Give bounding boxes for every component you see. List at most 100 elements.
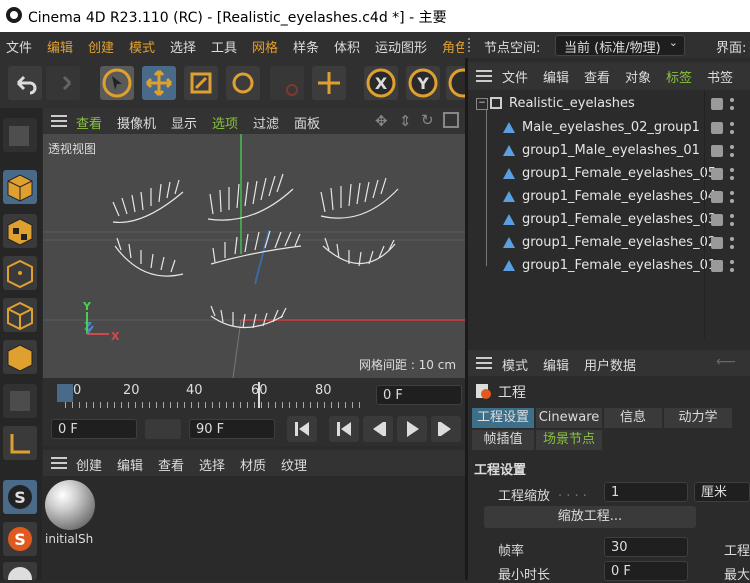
visibility-toggle-icon[interactable] xyxy=(711,237,723,249)
edge-mode-button[interactable] xyxy=(3,298,37,332)
end-frame-field[interactable]: 90 F xyxy=(189,419,275,439)
undo-button[interactable] xyxy=(8,66,42,100)
menu-volume[interactable]: 体积 xyxy=(334,37,360,56)
material-menu-create[interactable]: 创建 xyxy=(76,455,102,474)
panel-divider[interactable] xyxy=(465,58,468,580)
goto-start-button[interactable] xyxy=(287,416,317,442)
render-dots-icon[interactable] xyxy=(730,213,734,227)
select-tool-button[interactable] xyxy=(100,66,134,100)
move-tool-button[interactable] xyxy=(142,66,176,100)
timeline-playhead[interactable] xyxy=(57,384,73,402)
object-row-4[interactable]: group1_Female_eyelashes_04 xyxy=(468,186,750,208)
viewport-menu-options[interactable]: 选项 xyxy=(212,113,238,132)
viewport-menu-view[interactable]: 查看 xyxy=(76,113,102,132)
menu-character[interactable]: 角色 xyxy=(442,37,464,56)
tab-dynamics[interactable]: 动力学 xyxy=(664,408,732,428)
object-menu-bookmarks[interactable]: 书签 xyxy=(707,67,733,86)
redo-button[interactable] xyxy=(46,66,80,100)
timeline-ruler[interactable]: 0 20 40 60 80 0 F xyxy=(43,378,465,414)
material-menu-texture[interactable]: 纹理 xyxy=(281,455,307,474)
object-menu-tags[interactable]: 标签 xyxy=(666,67,692,86)
tab-frame-interpolation[interactable]: 帧插值 xyxy=(472,430,534,450)
material-name[interactable]: initialSh xyxy=(45,532,93,546)
material-menu-material[interactable]: 材质 xyxy=(240,455,266,474)
render-dots-icon[interactable] xyxy=(730,144,734,158)
visibility-toggle-icon[interactable] xyxy=(711,214,723,226)
current-frame-field[interactable]: 0 F xyxy=(376,385,462,405)
object-menu-view[interactable]: 查看 xyxy=(584,67,610,86)
lock-z-button[interactable] xyxy=(446,66,466,100)
object-row-6[interactable]: group1_Female_eyelashes_02 xyxy=(468,232,750,254)
tab-cineware[interactable]: Cineware xyxy=(536,408,602,428)
menu-select[interactable]: 选择 xyxy=(170,37,196,56)
visibility-toggle-icon[interactable] xyxy=(711,260,723,272)
uv-mode-button[interactable] xyxy=(3,384,37,418)
render-dots-icon[interactable] xyxy=(730,190,734,204)
visibility-toggle-icon[interactable] xyxy=(711,145,723,157)
collapse-icon[interactable]: − xyxy=(476,98,488,110)
min-time-field[interactable]: 0 F xyxy=(604,561,688,581)
visibility-toggle-icon[interactable] xyxy=(711,122,723,134)
viewport-zoom-icon[interactable]: ⇕ xyxy=(399,112,412,130)
snap-button[interactable]: S xyxy=(3,480,37,514)
scale-unit-dropdown[interactable]: 厘米 xyxy=(694,482,750,502)
hamburger-menu-icon[interactable] xyxy=(51,457,67,469)
material-thumbnail[interactable] xyxy=(45,480,95,530)
object-row-2[interactable]: group1_Male_eyelashes_01 xyxy=(468,140,750,162)
tab-scene-nodes[interactable]: 场景节点 xyxy=(536,430,602,450)
next-frame-button[interactable] xyxy=(431,416,461,442)
object-menu-edit[interactable]: 编辑 xyxy=(543,67,569,86)
render-dots-icon[interactable] xyxy=(730,236,734,250)
fps-field[interactable]: 30 xyxy=(604,537,688,557)
back-arrow-icon[interactable]: ⟵ xyxy=(716,354,736,370)
tab-info[interactable]: 信息 xyxy=(604,408,662,428)
attribute-menu-mode[interactable]: 模式 xyxy=(502,355,528,374)
lock-x-button[interactable]: X xyxy=(364,66,398,100)
polygon-mode-button[interactable] xyxy=(3,340,37,374)
tab-project-settings[interactable]: 工程设置 xyxy=(472,408,534,428)
axis-mode-button[interactable] xyxy=(3,426,37,460)
viewport-menu-camera[interactable]: 摄像机 xyxy=(117,113,156,132)
object-row-3[interactable]: group1_Female_eyelashes_05 xyxy=(468,163,750,185)
object-row-1[interactable]: Male_eyelashes_02_group1 xyxy=(468,117,750,139)
node-space-dropdown[interactable]: 当前 (标准/物理) ⌄ xyxy=(555,35,685,56)
menu-spline[interactable]: 样条 xyxy=(293,37,319,56)
viewport-rotate-icon[interactable]: ↻ xyxy=(421,111,434,129)
texture-mode-button[interactable] xyxy=(3,214,37,248)
hamburger-menu-icon[interactable] xyxy=(51,115,67,127)
play-button[interactable] xyxy=(397,416,427,442)
scale-value-field[interactable]: 1 xyxy=(604,482,688,502)
attribute-menu-userdata[interactable]: 用户数据 xyxy=(584,355,636,374)
material-menu-select[interactable]: 选择 xyxy=(199,455,225,474)
viewport-menu-panel[interactable]: 面板 xyxy=(294,113,320,132)
viewport-menu-filter[interactable]: 过滤 xyxy=(253,113,279,132)
point-mode-button[interactable] xyxy=(3,256,37,290)
visibility-toggle-icon[interactable] xyxy=(711,168,723,180)
rotate-tool-button[interactable] xyxy=(226,66,260,100)
menu-mograph[interactable]: 运动图形 xyxy=(375,37,427,56)
range-slider[interactable] xyxy=(145,419,181,439)
snap-settings-button[interactable]: S xyxy=(3,522,37,556)
menu-mode[interactable]: 模式 xyxy=(129,37,155,56)
menu-create[interactable]: 创建 xyxy=(88,37,114,56)
hamburger-menu-icon[interactable] xyxy=(476,70,492,82)
viewport-pan-icon[interactable]: ✥ xyxy=(375,112,388,130)
material-menu-edit[interactable]: 编辑 xyxy=(117,455,143,474)
scale-tool-button[interactable] xyxy=(184,66,218,100)
menu-edit[interactable]: 编辑 xyxy=(47,37,73,56)
render-dots-icon[interactable] xyxy=(730,97,734,111)
viewport-perspective[interactable]: 透视视图 Y Z X 网格间距 : 10 xyxy=(43,134,465,378)
object-row-5[interactable]: group1_Female_eyelashes_03 xyxy=(468,209,750,231)
model-mode-button[interactable] xyxy=(3,170,37,204)
scale-project-button[interactable]: 缩放工程... xyxy=(484,506,696,528)
recent-tools-button[interactable] xyxy=(270,66,304,100)
menu-tools[interactable]: 工具 xyxy=(211,37,237,56)
object-menu-object[interactable]: 对象 xyxy=(625,67,651,86)
menu-mesh[interactable]: 网格 xyxy=(252,37,278,56)
prev-key-button[interactable] xyxy=(329,416,359,442)
hamburger-menu-icon[interactable] xyxy=(476,357,492,369)
object-menu-file[interactable]: 文件 xyxy=(502,67,528,86)
material-menu-view[interactable]: 查看 xyxy=(158,455,184,474)
render-dots-icon[interactable] xyxy=(730,259,734,273)
viewport-maximize-icon[interactable] xyxy=(443,112,459,128)
